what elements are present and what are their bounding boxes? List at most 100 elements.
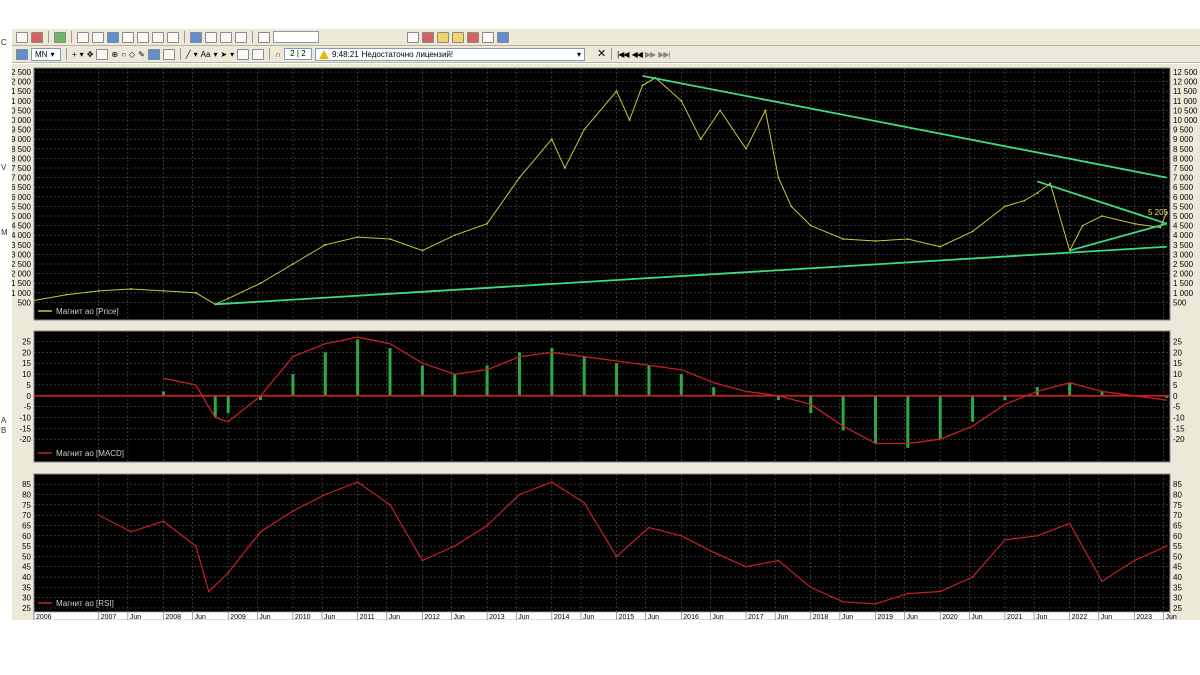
info-icon[interactable] bbox=[190, 31, 202, 43]
circle-icon[interactable]: ○ bbox=[121, 50, 126, 59]
y-tick-label-right: 40 bbox=[1173, 573, 1182, 582]
orders-icon[interactable] bbox=[137, 31, 149, 43]
price-point bbox=[615, 90, 618, 93]
delete-icon[interactable] bbox=[422, 31, 434, 43]
print-icon[interactable] bbox=[482, 31, 494, 43]
folder-icon[interactable] bbox=[437, 31, 449, 43]
status-message-select[interactable]: 9:48:21 Недостаточно лицензий! ▾ bbox=[314, 47, 585, 61]
price-point bbox=[680, 99, 683, 102]
calculator-icon[interactable] bbox=[220, 31, 232, 43]
chart-window-icon[interactable] bbox=[107, 31, 119, 43]
y-tick-label-right: -10 bbox=[1173, 413, 1185, 422]
first-page-icon[interactable]: |◀◀ bbox=[617, 50, 629, 59]
quotes-icon[interactable] bbox=[122, 31, 134, 43]
price-point bbox=[641, 84, 644, 87]
window-icon[interactable] bbox=[77, 31, 89, 43]
tools-icon[interactable] bbox=[31, 31, 43, 43]
y-tick-label-right: 70 bbox=[1173, 511, 1182, 520]
table-icon[interactable] bbox=[92, 31, 104, 43]
x-axis-label: Jun bbox=[454, 614, 465, 620]
trades-icon[interactable] bbox=[152, 31, 164, 43]
arrow-icon[interactable] bbox=[16, 31, 28, 43]
y-tick-label-left: 0 bbox=[27, 392, 32, 401]
next-page-icon[interactable]: ▶▶ bbox=[645, 50, 656, 59]
chevron-down-icon[interactable]: ▾ bbox=[80, 50, 84, 59]
line-tool-icon[interactable]: ╱ bbox=[186, 50, 191, 59]
price-point bbox=[745, 147, 747, 150]
close-icon[interactable]: ✕ bbox=[597, 48, 606, 60]
search-input[interactable] bbox=[273, 31, 319, 43]
font-icon[interactable]: Aa bbox=[201, 50, 211, 59]
bar-chart-icon[interactable] bbox=[16, 48, 28, 60]
y-tick-label-right: 45 bbox=[1173, 563, 1182, 572]
cursor-icon[interactable]: ➤ bbox=[220, 50, 227, 59]
rsi-point bbox=[550, 481, 553, 484]
chevron-down-icon[interactable]: ▾ bbox=[230, 50, 234, 59]
text-tool-icon[interactable] bbox=[205, 31, 217, 43]
price-point bbox=[33, 299, 35, 302]
y-tick-label-right: 1 500 bbox=[1173, 279, 1194, 288]
rsi-point bbox=[356, 481, 359, 484]
counter-field[interactable]: 2 | 2 bbox=[283, 48, 312, 60]
price-point bbox=[764, 109, 767, 112]
news-icon[interactable] bbox=[235, 31, 247, 43]
toolbar-separator bbox=[184, 31, 185, 43]
left-strip-letter: A bbox=[1, 416, 7, 425]
pencil-icon[interactable]: ✎ bbox=[138, 50, 145, 59]
magnet-icon[interactable]: ∩ bbox=[275, 50, 281, 59]
y-tick-label-left: 7 500 bbox=[12, 164, 32, 173]
y-tick-label-right: 2 500 bbox=[1173, 260, 1194, 269]
timeframe-select[interactable]: MN ▾ bbox=[31, 47, 61, 61]
link-icon[interactable] bbox=[237, 48, 250, 60]
zoom-area-icon[interactable] bbox=[96, 48, 109, 60]
previous-page-icon[interactable]: ◀◀ bbox=[632, 50, 643, 59]
chevron-down-icon[interactable]: ▾ bbox=[194, 50, 198, 59]
y-tick-label-right: 11 000 bbox=[1173, 97, 1197, 106]
chart-canvas[interactable]: 500 5001 000 1 0001 500 1 5002 000 2 0002 50… bbox=[7, 64, 1200, 621]
y-tick-label-right: 15 bbox=[1173, 359, 1182, 368]
y-tick-label-right: 1 000 bbox=[1173, 289, 1194, 298]
price-point bbox=[227, 297, 230, 300]
price-point bbox=[486, 222, 489, 225]
settings-icon[interactable] bbox=[497, 31, 509, 43]
rsi-point bbox=[1101, 580, 1103, 583]
y-tick-label-right: -20 bbox=[1173, 435, 1185, 444]
x-axis-label: 2017 bbox=[748, 614, 764, 620]
price-point bbox=[563, 167, 566, 169]
target-icon[interactable]: ⊕ bbox=[111, 50, 118, 59]
open-icon[interactable] bbox=[452, 31, 464, 43]
hand-select-icon[interactable] bbox=[147, 48, 160, 60]
y-tick-label-right: 55 bbox=[1173, 542, 1182, 551]
rsi-point bbox=[389, 503, 391, 506]
rsi-point bbox=[906, 592, 909, 595]
crosshair-icon[interactable]: + bbox=[72, 50, 77, 59]
chevron-down-icon[interactable]: ▾ bbox=[213, 50, 217, 59]
unlink-icon[interactable] bbox=[252, 48, 265, 60]
positions-icon[interactable] bbox=[167, 31, 179, 43]
legend-label: Магнит ао [MACD] bbox=[56, 449, 124, 458]
y-tick-label-right: 25 bbox=[1173, 338, 1182, 347]
price-point bbox=[162, 289, 165, 292]
left-strip-letter: M bbox=[1, 228, 8, 237]
x-axis-label: 2014 bbox=[554, 614, 570, 620]
x-axis-label: 2015 bbox=[619, 614, 635, 620]
search-icon[interactable] bbox=[258, 31, 270, 43]
toolbar-separator bbox=[179, 48, 181, 60]
move-icon[interactable]: ✥ bbox=[87, 50, 94, 59]
x-axis-label: Jun bbox=[583, 614, 594, 620]
hand-icon[interactable] bbox=[162, 48, 175, 60]
last-page-icon[interactable]: ▶▶| bbox=[658, 50, 670, 59]
save-icon[interactable] bbox=[407, 31, 419, 43]
y-tick-label-left: 35 bbox=[22, 583, 31, 592]
price-point bbox=[97, 289, 100, 292]
export-icon[interactable] bbox=[54, 31, 66, 43]
diamond-icon[interactable]: ◇ bbox=[129, 50, 135, 59]
price-point bbox=[324, 243, 327, 246]
left-strip-letter: B bbox=[1, 426, 7, 435]
y-tick-label-left: 8 500 bbox=[12, 145, 32, 154]
y-tick-label-left: 1 000 bbox=[12, 289, 32, 298]
rsi-point bbox=[1068, 522, 1071, 525]
alert-icon[interactable] bbox=[467, 31, 479, 43]
rsi-point bbox=[1036, 534, 1039, 537]
y-tick-label-right: 9 500 bbox=[1173, 126, 1194, 135]
